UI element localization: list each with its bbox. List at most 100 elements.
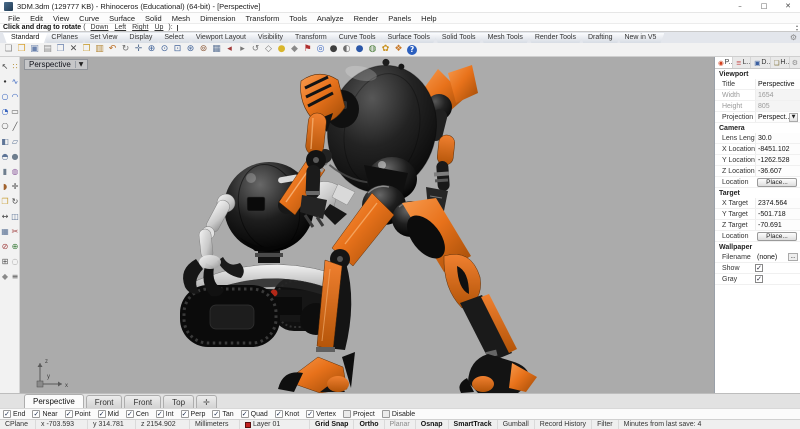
tab-new-in-v5[interactable]: New in V5 [616,33,665,43]
osnap-disable[interactable]: Disable [381,410,415,418]
viewport-layout-icon[interactable]: ▦ [210,43,223,56]
osnap-checkbox[interactable]: ✓ [97,410,106,418]
lens-length-field[interactable]: 30.0 [755,133,800,143]
viewport-tab-add[interactable]: ✛ [196,395,217,408]
tab-transform[interactable]: Transform [287,33,335,43]
osnap-knot[interactable]: ✓ Knot [274,410,299,418]
hide-tool-icon[interactable]: ◌ [12,257,19,267]
panel-gear-icon[interactable]: ⚙ [790,57,800,68]
fillet-tool-icon[interactable]: ◗ [3,182,7,192]
named-view-icon[interactable]: ◇ [262,43,275,56]
menu-help[interactable]: Help [416,14,441,23]
lock-objects-icon[interactable]: ◆ [288,43,301,56]
osnap-checkbox[interactable]: ✓ [155,410,164,418]
status-layer[interactable]: Layer 01 [240,420,310,429]
tab-cplanes[interactable]: CPlanes [43,33,86,43]
tab-select[interactable]: Select [156,33,192,43]
command-option-right[interactable]: Right [132,24,148,31]
osnap-checkbox[interactable]: ✓ [240,410,249,418]
plane-tool-icon[interactable]: ▱ [12,137,18,147]
tab-mesh-tools[interactable]: Mesh Tools [479,33,531,43]
line-tool-icon[interactable]: ╱ [13,122,18,132]
projection-dropdown-icon[interactable]: ▼ [789,112,798,122]
scale-tool-icon[interactable]: ↔ [2,212,9,222]
viewport-tab-front-1[interactable]: Front [85,395,123,408]
osnap-checkbox[interactable] [343,410,352,418]
select-tool-icon[interactable]: ↖ [2,62,9,72]
toolbar-gear-icon[interactable]: ⚙ [790,33,797,42]
mirror-tool-icon[interactable]: ◫ [11,212,19,222]
status-grid-snap[interactable]: Grid Snap [310,420,355,429]
print-icon[interactable]: ▤ [41,43,54,56]
y-location-field[interactable]: -1262.528 [755,155,800,165]
status-osnap[interactable]: Osnap [416,420,449,429]
shaded-display-icon[interactable]: ● [327,43,340,56]
point-tool-icon[interactable]: ∙ [2,77,7,87]
osnap-int[interactable]: ✓ Int [155,410,174,418]
viewport-title-menu[interactable]: Perspective ▼ [24,59,89,70]
osnap-checkbox[interactable]: ✓ [274,410,283,418]
osnap-checkbox[interactable]: ✓ [306,410,315,418]
status-gumball[interactable]: Gumball [498,420,535,429]
menu-analyze[interactable]: Analyze [312,14,349,23]
orbit-view-icon[interactable]: ↻ [119,43,132,56]
extrude-tool-icon[interactable]: ◓ [2,152,9,162]
delete-icon[interactable]: ✕ [67,43,80,56]
pan-view-icon[interactable]: ✛ [132,43,145,56]
zoom-in-icon[interactable]: ⊕ [145,43,158,56]
command-option-left[interactable]: Left [114,24,126,31]
perspective-viewport[interactable]: Perspective ▼ z x y [20,57,714,393]
osnap-end[interactable]: ✓ End [3,410,25,418]
status-cplane[interactable]: CPlane [0,420,36,429]
command-history-spinner[interactable]: ▴ ▾ [796,24,798,31]
help-icon[interactable]: ? [407,44,417,55]
points-on-icon[interactable]: ∷ [12,62,17,72]
panel-tab-display[interactable]: ▣ D... [751,57,771,68]
projection-select[interactable]: Perspect... [755,112,789,122]
osnap-cen[interactable]: ✓ Cen [125,410,149,418]
xray-display-icon[interactable]: ◍ [366,43,379,56]
tab-visibility[interactable]: Visibility [249,33,292,43]
boolean-tool-icon[interactable]: ◍ [12,167,19,177]
ghosted-display-icon[interactable]: ◐ [340,43,353,56]
command-line[interactable]: Click and drag to rotate ( Down Left Right… [0,24,800,32]
command-option-up[interactable]: Up [154,24,163,31]
open-file-icon[interactable]: ❒ [15,43,28,56]
hide-objects-icon[interactable]: ⚑ [301,43,314,56]
menu-transform[interactable]: Transform [241,14,285,23]
split-tool-icon[interactable]: ⊘ [2,242,9,252]
arc-tool-icon[interactable]: ◠ [12,92,19,102]
tab-drafting[interactable]: Drafting [579,33,621,43]
menu-curve[interactable]: Curve [74,14,104,23]
z-target-field[interactable]: -70.691 [755,220,800,230]
menu-surface[interactable]: Surface [104,14,140,23]
show-checkbox[interactable]: ✓ [755,264,763,272]
paste-icon[interactable]: ▥ [93,43,106,56]
status-ortho[interactable]: Ortho [354,420,385,429]
curve-tool-icon[interactable]: ∿ [12,77,19,87]
properties-tool-icon[interactable]: ≡ [12,272,19,282]
status-smarttrack[interactable]: SmartTrack [449,420,498,429]
menu-panels[interactable]: Panels [383,14,416,23]
surface-tool-icon[interactable]: ◧ [1,137,9,147]
osnap-quad[interactable]: ✓ Quad [240,410,268,418]
menu-tools[interactable]: Tools [284,14,312,23]
rendered-display-icon[interactable]: ● [353,43,366,56]
status-units[interactable]: Millimeters [190,420,240,429]
tab-curve-tools[interactable]: Curve Tools [330,33,384,43]
zoom-dynamic-icon[interactable]: ⊙ [158,43,171,56]
osnap-checkbox[interactable]: ✓ [125,410,134,418]
status-planar[interactable]: Planar [385,420,416,429]
status-record-history[interactable]: Record History [535,420,593,429]
osnap-checkbox[interactable] [381,410,390,418]
zoom-window-icon[interactable]: ⊡ [171,43,184,56]
menu-solid[interactable]: Solid [140,14,167,23]
tab-solid-tools[interactable]: Solid Tools [433,33,484,43]
rectangle-tool-icon[interactable]: ▭ [11,107,19,117]
osnap-checkbox[interactable]: ✓ [32,410,41,418]
trim-tool-icon[interactable]: ✂ [12,227,19,237]
osnap-perp[interactable]: ✓ Perp [180,410,205,418]
new-file-icon[interactable]: ❏ [2,43,15,56]
osnap-project[interactable]: Project [343,410,375,418]
close-button[interactable]: ✕ [776,0,800,12]
